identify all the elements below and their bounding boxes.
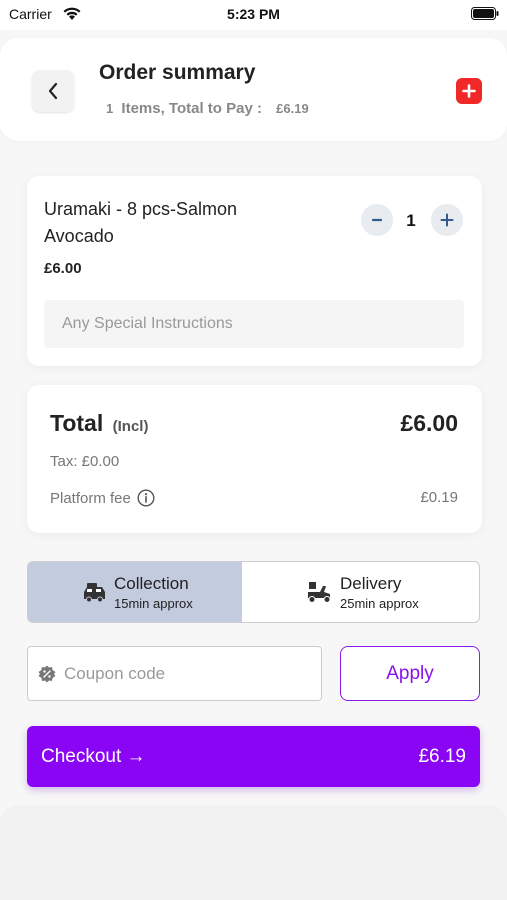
- discount-badge-icon: [38, 665, 56, 683]
- checkout-amount: £6.19: [418, 746, 466, 767]
- special-instructions-input[interactable]: [44, 300, 464, 348]
- item-price: £6.00: [44, 260, 82, 277]
- total-text: Total: [50, 410, 104, 436]
- incl-label: (Incl): [112, 418, 149, 435]
- add-item-button[interactable]: [456, 78, 482, 104]
- scooter-icon: [308, 582, 331, 603]
- plus-icon: [462, 84, 476, 98]
- collection-time: 15min approx: [114, 595, 193, 611]
- platform-fee-amount: £0.19: [420, 489, 458, 506]
- page-title: Order summary: [99, 61, 256, 84]
- collection-text: Collection 15min approx: [114, 574, 193, 611]
- total-to-pay: £6.19: [276, 101, 309, 116]
- delivery-time: 25min approx: [340, 595, 419, 611]
- coupon-field: [27, 646, 322, 701]
- quantity-value: 1: [406, 211, 416, 230]
- back-button[interactable]: [32, 70, 74, 112]
- item-name: Uramaki - 8 pcs-Salmon Avocado: [44, 199, 238, 246]
- tax-text: Tax: £0.00: [50, 453, 120, 470]
- delivery-text: Delivery 25min approx: [340, 574, 419, 611]
- coupon-input[interactable]: [64, 648, 314, 699]
- minus-icon: [371, 218, 383, 222]
- decrease-quantity-button[interactable]: [361, 204, 393, 236]
- status-bar: Carrier 5:23 PM: [0, 0, 507, 30]
- apply-coupon-button[interactable]: Apply: [340, 646, 480, 701]
- delivery-title: Delivery: [340, 573, 402, 593]
- checkout-button[interactable]: Checkout → £6.19: [27, 726, 480, 787]
- chevron-left-icon: [48, 82, 58, 100]
- platform-fee-row: Platform fee: [50, 489, 155, 507]
- totals-card: Total (Incl) £6.00 Tax: £0.00 Platform f…: [27, 385, 482, 533]
- delivery-option[interactable]: Delivery 25min approx: [242, 562, 479, 622]
- total-label: Total (Incl): [50, 410, 148, 437]
- collection-title: Collection: [114, 573, 189, 593]
- platform-fee-label: Platform fee: [50, 489, 131, 507]
- collection-option[interactable]: Collection 15min approx: [28, 562, 242, 622]
- battery-icon: [471, 7, 499, 20]
- header: Order summary 1 Items, Total to Pay : £6…: [0, 38, 507, 141]
- checkout-label: Checkout →: [41, 746, 146, 767]
- car-icon: [84, 583, 105, 603]
- order-subtitle: 1 Items, Total to Pay : £6.19: [106, 100, 309, 117]
- plus-icon: [440, 213, 454, 227]
- total-amount: £6.00: [400, 410, 458, 436]
- bottom-panel: [0, 805, 507, 900]
- item-count: 1: [106, 101, 114, 116]
- subtitle-text: Items, Total to Pay :: [121, 100, 262, 117]
- increase-quantity-button[interactable]: [431, 204, 463, 236]
- fulfilment-toggle: Collection 15min approx Delivery 25min a…: [27, 561, 480, 623]
- info-icon[interactable]: [137, 489, 155, 507]
- status-time: 5:23 PM: [227, 6, 280, 22]
- cart-item-card: Uramaki - 8 pcs-Salmon Avocado £6.00 1: [27, 176, 482, 366]
